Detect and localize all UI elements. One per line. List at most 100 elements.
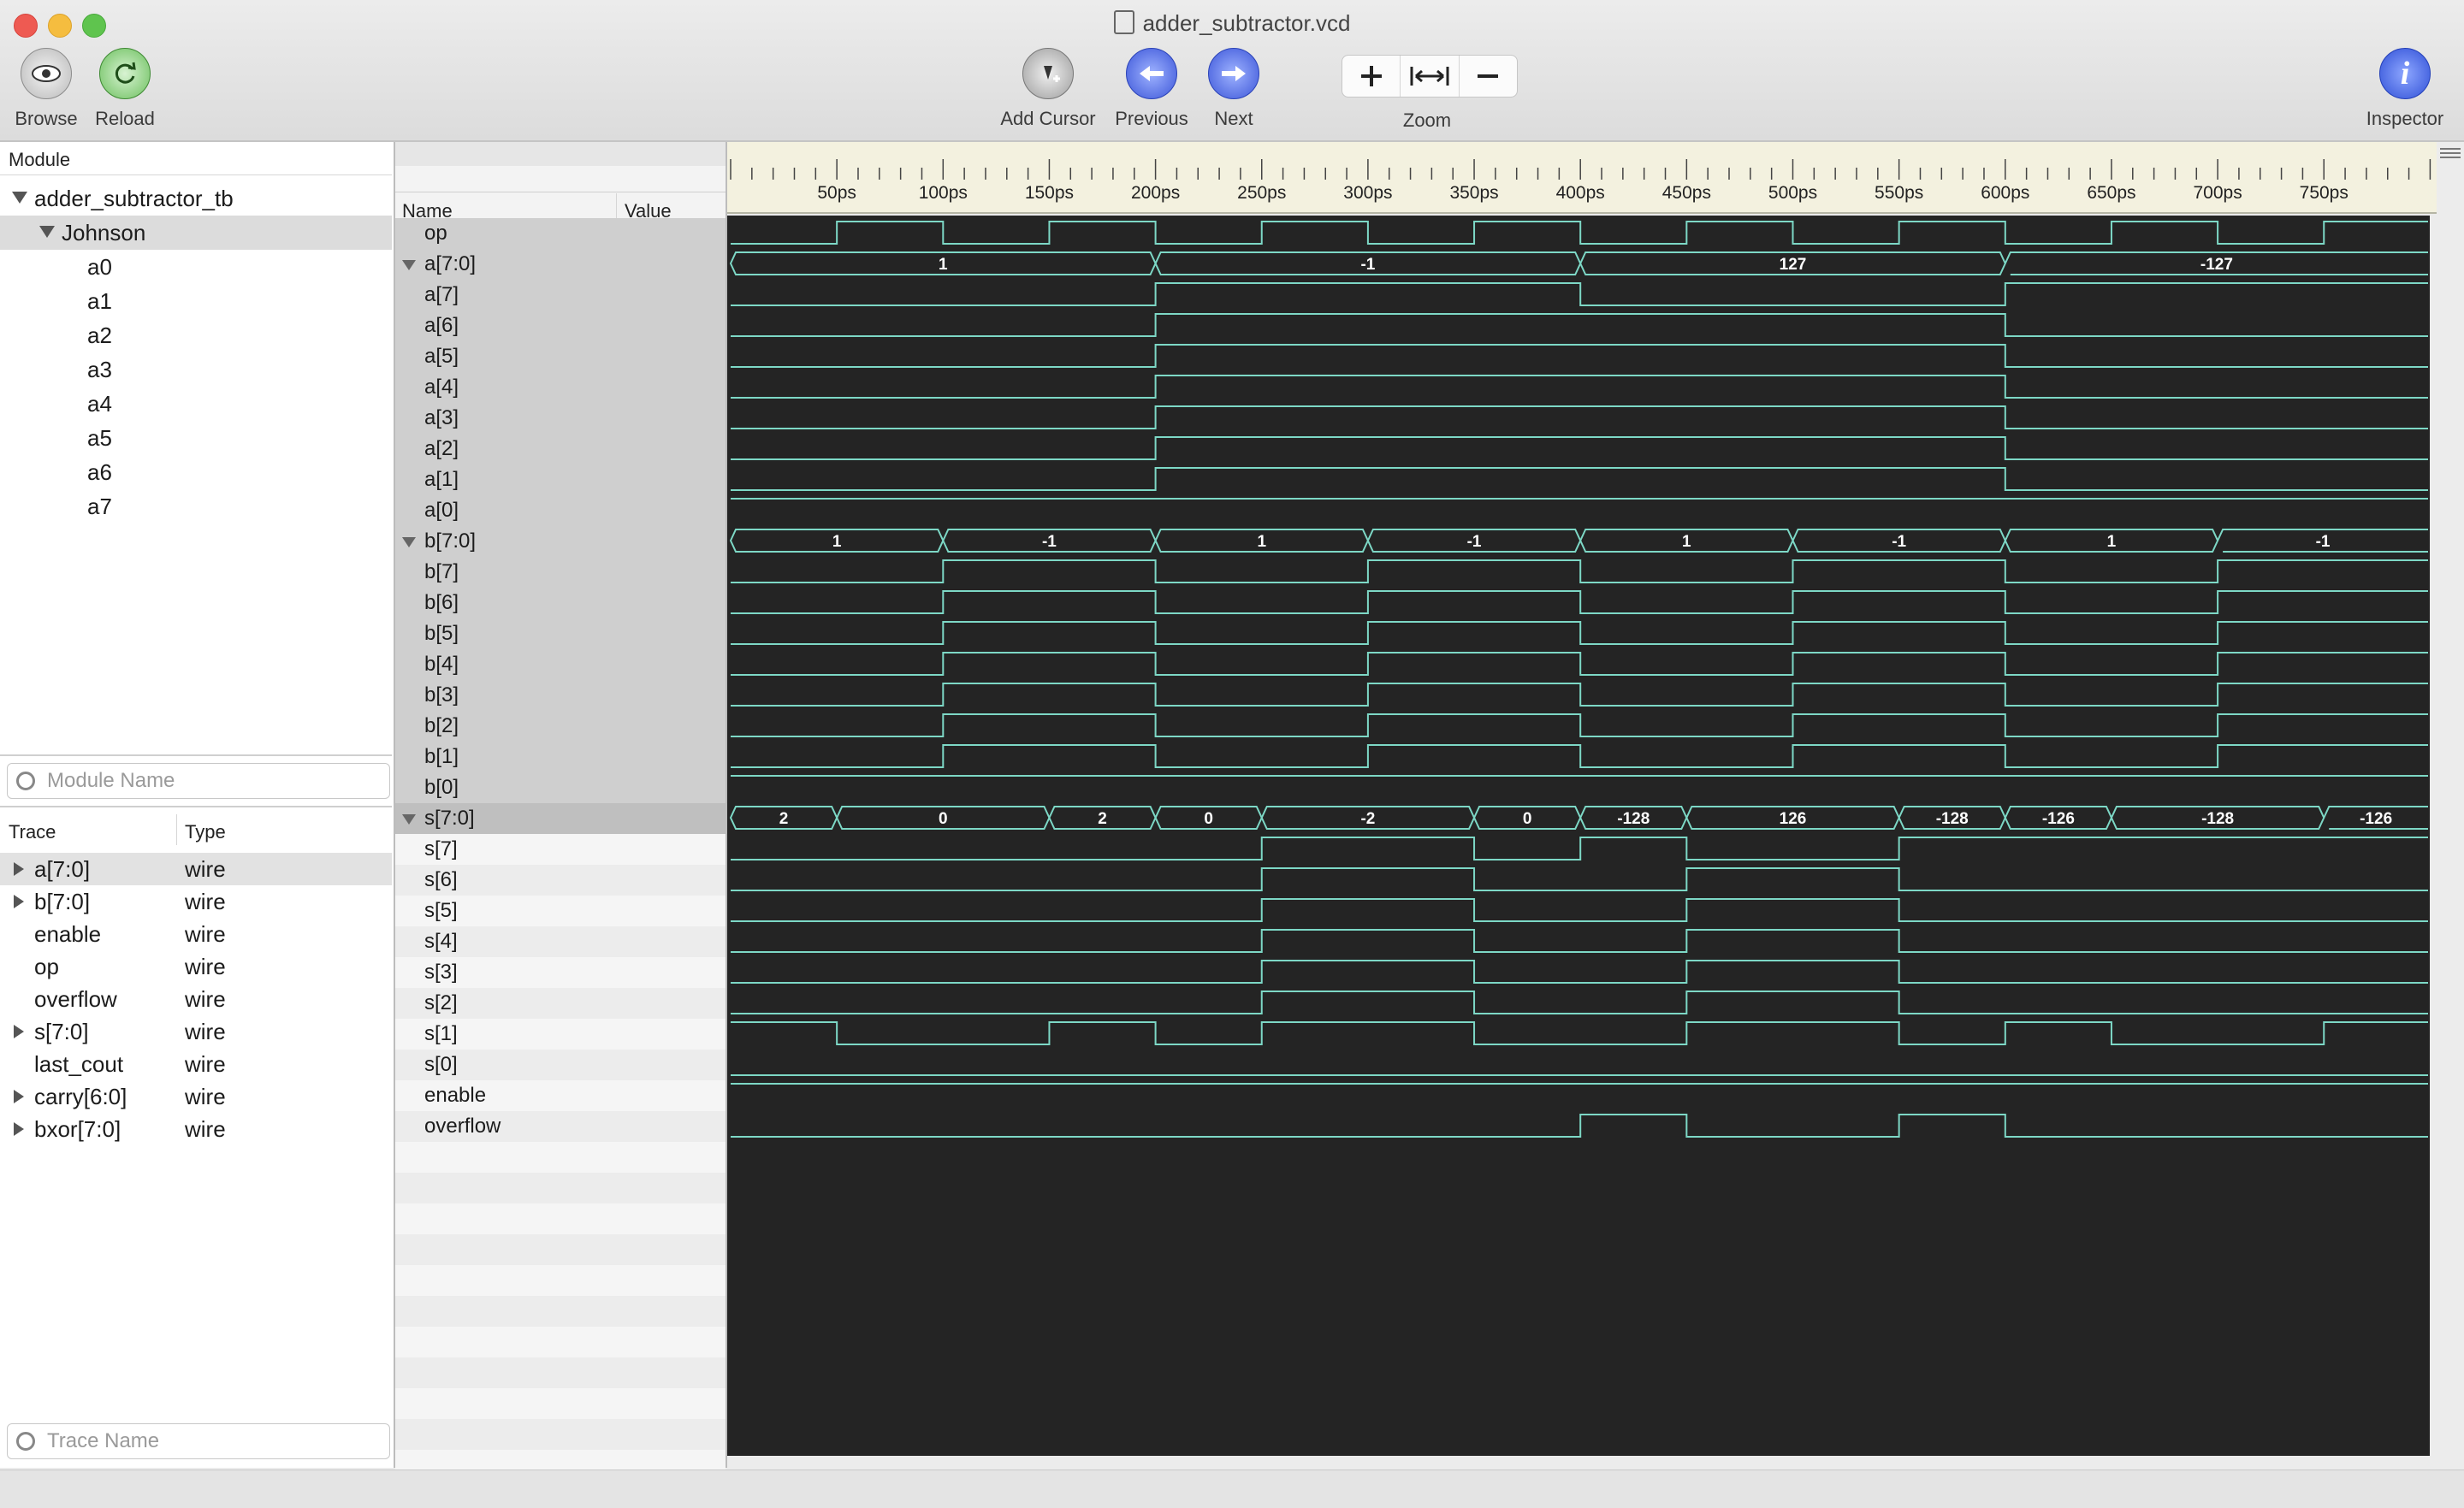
signal-row[interactable]: b[0] (395, 772, 726, 804)
trace-row[interactable]: carry[6:0] wire (0, 1080, 392, 1113)
signal-row[interactable]: a[5] (395, 341, 726, 373)
signal-row[interactable]: s[0] (395, 1050, 726, 1081)
trace-column-header[interactable]: Trace (9, 821, 56, 843)
bus-value-label: -1 (2316, 533, 2331, 551)
bus-value-label: -1 (1360, 256, 1375, 274)
ruler-label: 750ps (2300, 183, 2348, 203)
signal-row[interactable]: op (395, 218, 726, 250)
signal-row[interactable]: b[5] (395, 618, 726, 650)
module-search-input[interactable]: Module Name (7, 763, 390, 799)
waveform-trace (731, 282, 2428, 306)
time-ruler[interactable]: 50ps 100ps 150ps 200ps 250ps 300ps 350ps 400ps 4… (727, 142, 2437, 214)
signal-row[interactable]: s[7] (395, 834, 726, 866)
signal-row[interactable]: overflow (395, 1111, 726, 1143)
module-tree-item[interactable]: a4 (0, 387, 392, 421)
module-tree-item[interactable]: a3 (0, 352, 392, 387)
signal-row[interactable]: a[6] (395, 310, 726, 342)
signal-row[interactable]: a[3] (395, 403, 726, 435)
trace-row[interactable]: last_cout wire (0, 1048, 392, 1080)
signal-row[interactable]: b[1] (395, 742, 726, 773)
waveform-trace (731, 991, 2428, 1014)
bus-value-label: 0 (939, 810, 948, 828)
trace-type: wire (185, 954, 226, 979)
next-button[interactable]: Next (1205, 48, 1263, 130)
panel-menu-icon[interactable] (2440, 145, 2461, 163)
waveform-view[interactable]: 1 -1 127 -127 1 -1 1 -1 1 -1 1 -1 2 0 2 0 -2 0 -128 126 -128… (727, 216, 2430, 1456)
reload-button[interactable]: Reload (89, 48, 161, 130)
disclosure-open-icon[interactable] (402, 537, 416, 547)
zoom-out-button[interactable] (1460, 56, 1517, 97)
module-tree-item[interactable]: a7 (0, 489, 392, 523)
bus-value-label: -1 (1042, 533, 1057, 551)
module-tree-item[interactable]: a1 (0, 284, 392, 318)
trace-row[interactable]: op wire (0, 950, 392, 983)
trace-search-input[interactable]: Trace Name (7, 1423, 390, 1459)
signal-row[interactable]: b[2] (395, 711, 726, 742)
signal-row[interactable]: a[7:0] (395, 249, 726, 281)
signal-row[interactable]: a[2] (395, 434, 726, 465)
signal-name: b[5] (424, 622, 459, 645)
signal-row[interactable]: a[1] (395, 464, 726, 496)
module-tree-item[interactable]: a6 (0, 455, 392, 489)
disclosure-closed-icon[interactable] (14, 1090, 24, 1103)
signal-row[interactable]: b[7] (395, 557, 726, 588)
browse-button[interactable]: Browse (12, 48, 80, 130)
waveform-trace (731, 467, 2428, 491)
trace-row[interactable]: b[7:0] wire (0, 885, 392, 918)
disclosure-closed-icon[interactable] (14, 895, 24, 908)
disclosure-open-icon[interactable] (402, 260, 416, 270)
disclosure-open-icon[interactable] (402, 814, 416, 825)
inspector-button[interactable]: i Inspector (2358, 48, 2452, 130)
signal-row[interactable]: b[3] (395, 680, 726, 712)
module-tree-item[interactable]: a5 (0, 421, 392, 455)
zoom-in-button[interactable] (1342, 56, 1401, 97)
bus-value-label: -1 (1467, 533, 1482, 551)
signal-row[interactable]: s[5] (395, 896, 726, 927)
ruler-label: 200ps (1131, 183, 1180, 203)
disclosure-closed-icon[interactable] (14, 862, 24, 876)
module-header: Module (9, 149, 71, 170)
ruler-label: 500ps (1768, 183, 1817, 203)
module-tree-item[interactable]: a0 (0, 250, 392, 284)
trace-row[interactable]: bxor[7:0] wire (0, 1113, 392, 1145)
signal-row[interactable]: b[4] (395, 649, 726, 681)
module-root-label: adder_subtractor_tb (34, 186, 234, 211)
trace-row[interactable]: enable wire (0, 918, 392, 950)
signal-row[interactable]: s[4] (395, 926, 726, 958)
zoom-label: Zoom (1402, 109, 1452, 131)
ruler-label: 350ps (1449, 183, 1498, 203)
signal-row[interactable]: b[7:0] (395, 526, 726, 558)
empty-row (395, 1388, 726, 1420)
disclosure-closed-icon[interactable] (14, 1122, 24, 1136)
trace-row[interactable]: s[7:0] wire (0, 1015, 392, 1048)
zoom-fit-button[interactable] (1401, 56, 1460, 97)
ruler-label: 150ps (1025, 183, 1074, 203)
module-tree-item[interactable]: a2 (0, 318, 392, 352)
previous-button[interactable]: Previous (1111, 48, 1193, 130)
signal-row[interactable]: s[6] (395, 865, 726, 896)
module-tree-root[interactable]: adder_subtractor_tb (0, 181, 392, 216)
add-cursor-button[interactable]: Add Cursor (992, 48, 1104, 130)
signal-row[interactable]: a[7] (395, 280, 726, 311)
signal-row[interactable]: s[7:0] (395, 803, 726, 835)
signal-row[interactable]: s[1] (395, 1019, 726, 1050)
module-item-label: a6 (87, 459, 112, 485)
document-icon (1113, 10, 1134, 34)
signal-row[interactable]: a[0] (395, 495, 726, 527)
signal-row[interactable]: s[2] (395, 988, 726, 1020)
signal-row[interactable]: a[4] (395, 372, 726, 404)
trace-row[interactable]: overflow wire (0, 983, 392, 1015)
trace-name: b[7:0] (34, 889, 91, 914)
module-tree-johnson[interactable]: Johnson (0, 216, 392, 250)
signal-name: a[1] (424, 468, 459, 491)
trace-type: wire (185, 889, 226, 914)
signal-row[interactable]: s[3] (395, 957, 726, 989)
disclosure-closed-icon[interactable] (14, 1025, 24, 1038)
status-bar (0, 1470, 2464, 1508)
reload-label: Reload (95, 108, 155, 129)
trace-row[interactable]: a[7:0] wire (0, 853, 392, 885)
info-icon: i (2379, 48, 2431, 99)
signal-row[interactable]: enable (395, 1080, 726, 1112)
type-column-header[interactable]: Type (185, 821, 226, 843)
signal-row[interactable]: b[6] (395, 588, 726, 619)
